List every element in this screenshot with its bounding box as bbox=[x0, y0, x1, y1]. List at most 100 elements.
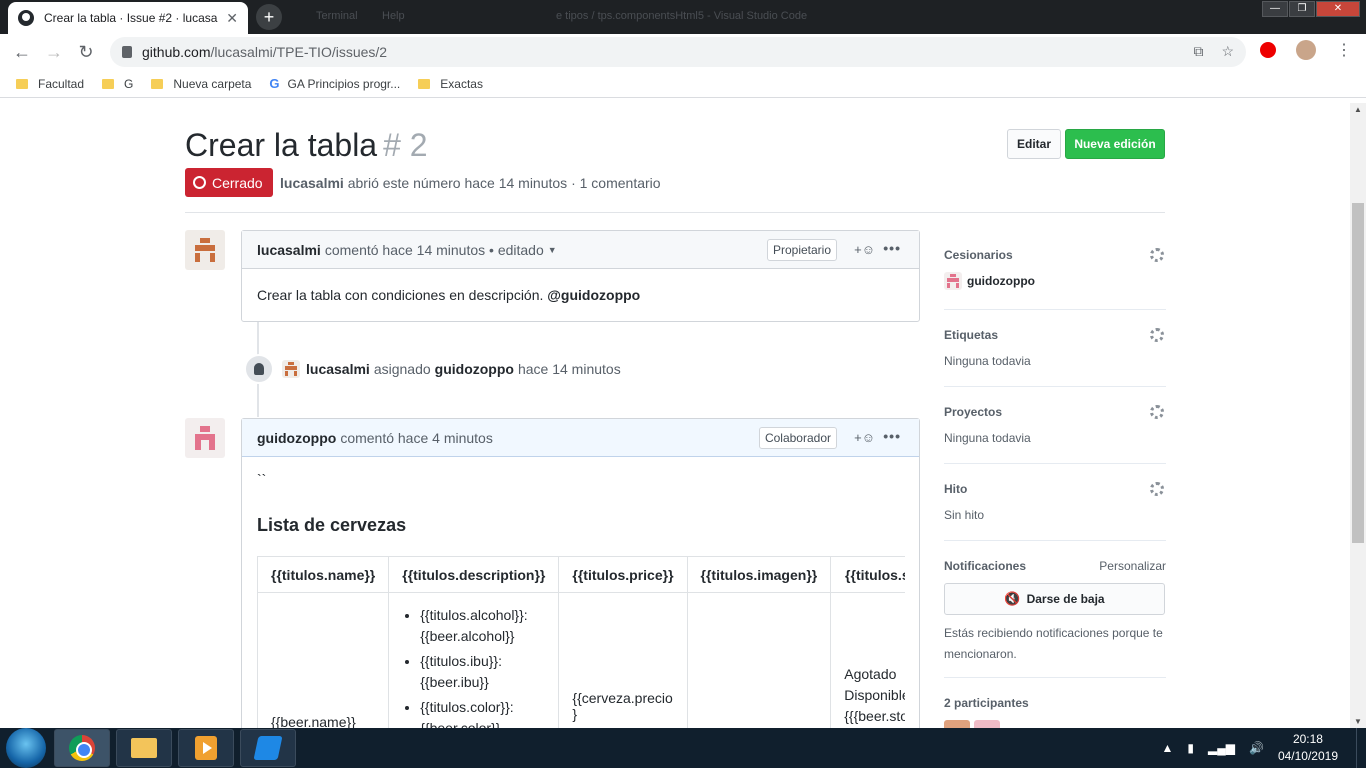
bookmark-principios[interactable]: G GA Principios progr... bbox=[269, 76, 400, 91]
close-window-button[interactable]: ✕ bbox=[1316, 1, 1360, 17]
background-window-text: Terminal bbox=[316, 10, 358, 22]
windows-taskbar: ▲ ▮ ▂▄▆ 🔊 20:18 04/10/2019 bbox=[0, 728, 1366, 768]
sidebar-milestone: Hito Sin hito bbox=[944, 482, 1166, 541]
extension-icons: ⋮ bbox=[1260, 40, 1352, 60]
vscode-icon bbox=[253, 736, 283, 760]
gear-icon[interactable] bbox=[1150, 405, 1164, 419]
comment-author[interactable]: lucasalmi bbox=[257, 242, 321, 258]
reload-icon[interactable]: ↻ bbox=[70, 42, 102, 63]
bookmark-nueva-carpeta[interactable]: Nueva carpeta bbox=[151, 77, 251, 91]
assignee-item[interactable]: guidozoppo bbox=[944, 272, 1166, 290]
notification-reason: Estás recibiendo notificaciones porque t… bbox=[944, 626, 1163, 661]
github-icon bbox=[18, 10, 34, 26]
chevron-down-icon[interactable]: ▼ bbox=[548, 245, 557, 255]
profile-avatar[interactable] bbox=[1296, 40, 1316, 60]
table-cell bbox=[686, 592, 832, 728]
volume-icon[interactable]: 🔊 bbox=[1249, 741, 1264, 755]
bookmark-facultad[interactable]: Facultad bbox=[16, 77, 84, 91]
chrome-icon bbox=[69, 735, 95, 761]
gear-icon[interactable] bbox=[1150, 328, 1164, 342]
taskbar-media[interactable] bbox=[178, 729, 234, 767]
more-options-icon[interactable]: ••• bbox=[883, 240, 901, 256]
taskbar-vscode[interactable] bbox=[240, 729, 296, 767]
event-target[interactable]: guidozoppo bbox=[435, 361, 514, 377]
browser-tab-active[interactable]: Crear la tabla · Issue #2 · lucasalm ✕ bbox=[8, 2, 248, 34]
status-badge: Cerrado bbox=[185, 168, 273, 197]
clock-time: 20:18 bbox=[1292, 732, 1323, 746]
browser-titlebar: Crear la tabla · Issue #2 · lucasalm ✕ +… bbox=[0, 0, 1366, 34]
avatar[interactable] bbox=[944, 720, 970, 728]
taskbar-chrome[interactable] bbox=[54, 729, 110, 767]
sidebar-title: Hito bbox=[944, 482, 968, 496]
clock[interactable]: 20:18 04/10/2019 bbox=[1278, 731, 1338, 765]
signal-icon[interactable]: ▂▄▆ bbox=[1208, 741, 1235, 755]
folder-icon bbox=[16, 78, 28, 89]
show-hidden-icons[interactable]: ▲ bbox=[1162, 741, 1174, 755]
event-actor[interactable]: lucasalmi bbox=[306, 361, 370, 377]
bookmark-g[interactable]: G bbox=[102, 77, 133, 91]
new-issue-button[interactable]: Nueva edición bbox=[1065, 129, 1165, 159]
unsubscribe-button[interactable]: 🔇 Darse de baja bbox=[944, 583, 1165, 615]
translate-icon[interactable]: ⧉ bbox=[1193, 43, 1203, 60]
folder-icon bbox=[418, 78, 431, 89]
issue-author[interactable]: lucasalmi bbox=[280, 175, 344, 191]
bookmark-label: Exactas bbox=[440, 76, 483, 91]
user-mention-link[interactable]: @guidozoppo bbox=[547, 287, 640, 303]
opened-time[interactable]: hace 14 minutos bbox=[464, 175, 567, 191]
bookmark-exactas[interactable]: Exactas bbox=[418, 77, 483, 91]
comment-author[interactable]: guidozoppo bbox=[257, 430, 336, 446]
markdown-table: {{titulos.name}} {{titulos.description}}… bbox=[257, 556, 905, 728]
bookmark-label: Nueva carpeta bbox=[173, 76, 252, 91]
bookmark-label: GA Principios progr... bbox=[287, 76, 401, 91]
comment-header: guidozoppo comentó hace 4 minutos Colabo… bbox=[242, 419, 919, 457]
table-row: {{beer.name}} {{titulos.alcohol}}:{{beer… bbox=[257, 592, 905, 728]
table-header: {{titulos.price}} bbox=[558, 556, 688, 593]
event-time[interactable]: hace 14 minutos bbox=[518, 361, 621, 377]
avatar bbox=[944, 272, 962, 290]
gear-icon[interactable] bbox=[1150, 248, 1164, 262]
chrome-menu-icon[interactable]: ⋮ bbox=[1336, 40, 1352, 60]
page-scrollbar[interactable]: ▲ ▼ bbox=[1350, 103, 1366, 728]
avatar[interactable] bbox=[185, 230, 225, 270]
edit-button[interactable]: Editar bbox=[1007, 129, 1061, 159]
table-cell: {{cerveza.precio} bbox=[558, 592, 688, 728]
start-button[interactable] bbox=[6, 728, 46, 768]
show-desktop-button[interactable] bbox=[1356, 728, 1366, 768]
minimize-button[interactable]: — bbox=[1262, 1, 1288, 17]
add-reaction-icon[interactable]: +☺ bbox=[854, 430, 875, 445]
back-arrow-icon[interactable]: ← bbox=[6, 42, 38, 63]
add-reaction-icon[interactable]: +☺ bbox=[854, 242, 875, 257]
network-icon[interactable]: ▮ bbox=[1187, 741, 1194, 755]
role-badge: Colaborador bbox=[758, 427, 837, 449]
status-label: Cerrado bbox=[212, 174, 263, 191]
scroll-down-icon[interactable]: ▼ bbox=[1350, 717, 1366, 726]
table-header-row: {{titulos.name}} {{titulos.description}}… bbox=[257, 556, 905, 593]
system-tray: ▲ ▮ ▂▄▆ 🔊 20:18 04/10/2019 bbox=[1162, 728, 1366, 768]
more-options-icon[interactable]: ••• bbox=[883, 428, 901, 444]
new-tab-button[interactable]: + bbox=[256, 4, 282, 30]
address-bar[interactable]: github.com/lucasalmi/TPE-TIO/issues/2 ⧉ … bbox=[110, 37, 1246, 67]
star-icon[interactable]: ☆ bbox=[1221, 43, 1234, 60]
event-verb: asignado bbox=[373, 361, 431, 377]
taskbar-explorer[interactable] bbox=[116, 729, 172, 767]
scrollbar-thumb[interactable] bbox=[1352, 203, 1364, 543]
avatar[interactable] bbox=[185, 418, 225, 458]
issue-meta: lucasalmi abrió este número hace 14 minu… bbox=[280, 175, 661, 191]
opera-extension-icon[interactable] bbox=[1260, 42, 1276, 58]
maximize-button[interactable]: ❐ bbox=[1289, 1, 1315, 17]
divider bbox=[185, 212, 1165, 213]
table-header: {{titulos.stoc bbox=[830, 556, 905, 593]
gear-icon[interactable] bbox=[1150, 482, 1164, 496]
avatar[interactable] bbox=[282, 360, 300, 378]
customize-link[interactable]: Personalizar bbox=[1099, 559, 1166, 573]
list-item: {{titulos.alcohol}}:{{beer.alcohol}} bbox=[420, 605, 545, 647]
media-player-icon bbox=[195, 736, 217, 760]
avatar[interactable] bbox=[974, 720, 1000, 728]
sidebar-title: 2 participantes bbox=[944, 696, 1029, 710]
sidebar-value: Ninguna todavia bbox=[944, 354, 1031, 368]
forward-arrow-icon[interactable]: → bbox=[38, 42, 70, 63]
bookmarks-bar: Facultad G Nueva carpeta G GA Principios … bbox=[0, 70, 1366, 98]
scroll-up-icon[interactable]: ▲ bbox=[1350, 105, 1366, 114]
close-tab-icon[interactable]: ✕ bbox=[226, 10, 238, 27]
bookmark-label: Facultad bbox=[38, 76, 85, 91]
